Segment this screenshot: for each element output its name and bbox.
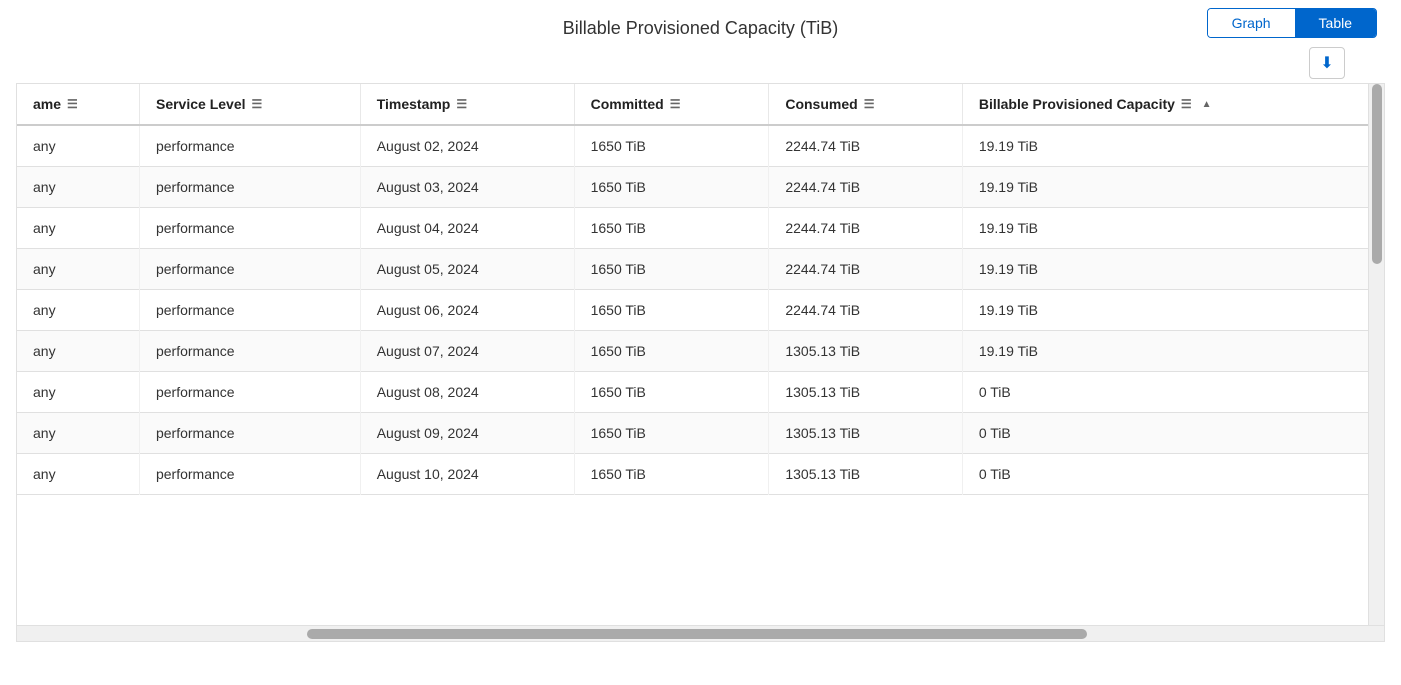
col-billable-filter-icon[interactable]: ☰ [1181, 97, 1192, 111]
cell-committed: 1650 TiB [574, 249, 769, 290]
table-row: anyperformanceAugust 03, 20241650 TiB224… [17, 167, 1384, 208]
cell-timestamp: August 04, 2024 [360, 208, 574, 249]
cell-name: any [17, 413, 139, 454]
col-header-billable[interactable]: Billable Provisioned Capacity ☰ ▲ [962, 84, 1383, 125]
cell-consumed: 2244.74 TiB [769, 167, 963, 208]
cell-committed: 1650 TiB [574, 125, 769, 167]
cell-timestamp: August 06, 2024 [360, 290, 574, 331]
cell-timestamp: August 08, 2024 [360, 372, 574, 413]
col-name-filter-icon[interactable]: ☰ [67, 97, 78, 111]
cell-consumed: 1305.13 TiB [769, 413, 963, 454]
cell-billable_provisioned_capacity: 0 TiB [962, 454, 1383, 495]
cell-service_level: performance [139, 125, 360, 167]
col-header-timestamp[interactable]: Timestamp ☰ [360, 84, 574, 125]
cell-name: any [17, 454, 139, 495]
cell-name: any [17, 208, 139, 249]
table-row: anyperformanceAugust 02, 20241650 TiB224… [17, 125, 1384, 167]
cell-committed: 1650 TiB [574, 331, 769, 372]
data-table-container: ame ☰ Service Level ☰ Ti [16, 83, 1385, 642]
cell-timestamp: August 03, 2024 [360, 167, 574, 208]
cell-service_level: performance [139, 331, 360, 372]
cell-billable_provisioned_capacity: 19.19 TiB [962, 208, 1383, 249]
cell-service_level: performance [139, 249, 360, 290]
view-toggle-bar: Graph Table [1207, 8, 1377, 38]
cell-service_level: performance [139, 290, 360, 331]
cell-consumed: 1305.13 TiB [769, 331, 963, 372]
table-toggle-button[interactable]: Table [1295, 9, 1376, 37]
table-row: anyperformanceAugust 08, 20241650 TiB130… [17, 372, 1384, 413]
cell-billable_provisioned_capacity: 0 TiB [962, 413, 1383, 454]
page-title: Billable Provisioned Capacity (TiB) [16, 18, 1385, 39]
toolbar-row: ⬇ [16, 47, 1385, 79]
table-row: anyperformanceAugust 10, 20241650 TiB130… [17, 454, 1384, 495]
cell-billable_provisioned_capacity: 19.19 TiB [962, 167, 1383, 208]
header-row: ame ☰ Service Level ☰ Ti [17, 84, 1384, 125]
cell-billable_provisioned_capacity: 19.19 TiB [962, 249, 1383, 290]
col-consumed-filter-icon[interactable]: ☰ [864, 97, 875, 111]
cell-timestamp: August 05, 2024 [360, 249, 574, 290]
table-row: anyperformanceAugust 05, 20241650 TiB224… [17, 249, 1384, 290]
cell-name: any [17, 372, 139, 413]
col-consumed-label: Consumed [785, 96, 857, 112]
col-name-label: ame [33, 96, 61, 112]
data-table: ame ☰ Service Level ☰ Ti [17, 84, 1384, 495]
scrollbar-y-thumb[interactable] [1372, 84, 1382, 264]
cell-name: any [17, 167, 139, 208]
cell-service_level: performance [139, 208, 360, 249]
cell-billable_provisioned_capacity: 19.19 TiB [962, 125, 1383, 167]
table-row: anyperformanceAugust 04, 20241650 TiB224… [17, 208, 1384, 249]
cell-consumed: 2244.74 TiB [769, 249, 963, 290]
table-body: anyperformanceAugust 02, 20241650 TiB224… [17, 125, 1384, 495]
download-button[interactable]: ⬇ [1309, 47, 1345, 79]
cell-name: any [17, 290, 139, 331]
col-billable-sort-icon[interactable]: ▲ [1202, 99, 1212, 110]
table-row: anyperformanceAugust 09, 20241650 TiB130… [17, 413, 1384, 454]
cell-service_level: performance [139, 372, 360, 413]
cell-timestamp: August 07, 2024 [360, 331, 574, 372]
cell-billable_provisioned_capacity: 19.19 TiB [962, 331, 1383, 372]
col-header-name[interactable]: ame ☰ [17, 84, 139, 125]
cell-committed: 1650 TiB [574, 372, 769, 413]
cell-service_level: performance [139, 454, 360, 495]
cell-service_level: performance [139, 167, 360, 208]
table-row: anyperformanceAugust 06, 20241650 TiB224… [17, 290, 1384, 331]
graph-toggle-button[interactable]: Graph [1208, 9, 1295, 37]
cell-consumed: 2244.74 TiB [769, 208, 963, 249]
col-billable-label: Billable Provisioned Capacity [979, 96, 1175, 112]
cell-committed: 1650 TiB [574, 290, 769, 331]
cell-timestamp: August 09, 2024 [360, 413, 574, 454]
table-header: ame ☰ Service Level ☰ Ti [17, 84, 1384, 125]
scrollbar-y-track[interactable] [1368, 84, 1384, 625]
cell-timestamp: August 10, 2024 [360, 454, 574, 495]
page-container: Graph Table Billable Provisioned Capacit… [0, 0, 1401, 685]
scrollbar-x-track[interactable] [17, 625, 1384, 641]
cell-consumed: 1305.13 TiB [769, 454, 963, 495]
col-committed-label: Committed [591, 96, 664, 112]
cell-service_level: performance [139, 413, 360, 454]
cell-billable_provisioned_capacity: 0 TiB [962, 372, 1383, 413]
col-committed-filter-icon[interactable]: ☰ [670, 97, 681, 111]
cell-committed: 1650 TiB [574, 208, 769, 249]
col-timestamp-label: Timestamp [377, 96, 451, 112]
col-header-consumed[interactable]: Consumed ☰ [769, 84, 963, 125]
col-header-service-level[interactable]: Service Level ☰ [139, 84, 360, 125]
col-timestamp-filter-icon[interactable]: ☰ [456, 97, 467, 111]
cell-name: any [17, 125, 139, 167]
col-header-committed[interactable]: Committed ☰ [574, 84, 769, 125]
col-service-level-label: Service Level [156, 96, 246, 112]
scrollbar-x-thumb[interactable] [307, 629, 1087, 639]
col-service-level-filter-icon[interactable]: ☰ [252, 97, 263, 111]
cell-billable_provisioned_capacity: 19.19 TiB [962, 290, 1383, 331]
table-scroll-y[interactable]: ame ☰ Service Level ☰ Ti [17, 84, 1384, 625]
cell-committed: 1650 TiB [574, 454, 769, 495]
cell-timestamp: August 02, 2024 [360, 125, 574, 167]
table-row: anyperformanceAugust 07, 20241650 TiB130… [17, 331, 1384, 372]
cell-name: any [17, 249, 139, 290]
cell-name: any [17, 331, 139, 372]
cell-consumed: 2244.74 TiB [769, 125, 963, 167]
cell-consumed: 2244.74 TiB [769, 290, 963, 331]
cell-consumed: 1305.13 TiB [769, 372, 963, 413]
cell-committed: 1650 TiB [574, 413, 769, 454]
cell-committed: 1650 TiB [574, 167, 769, 208]
